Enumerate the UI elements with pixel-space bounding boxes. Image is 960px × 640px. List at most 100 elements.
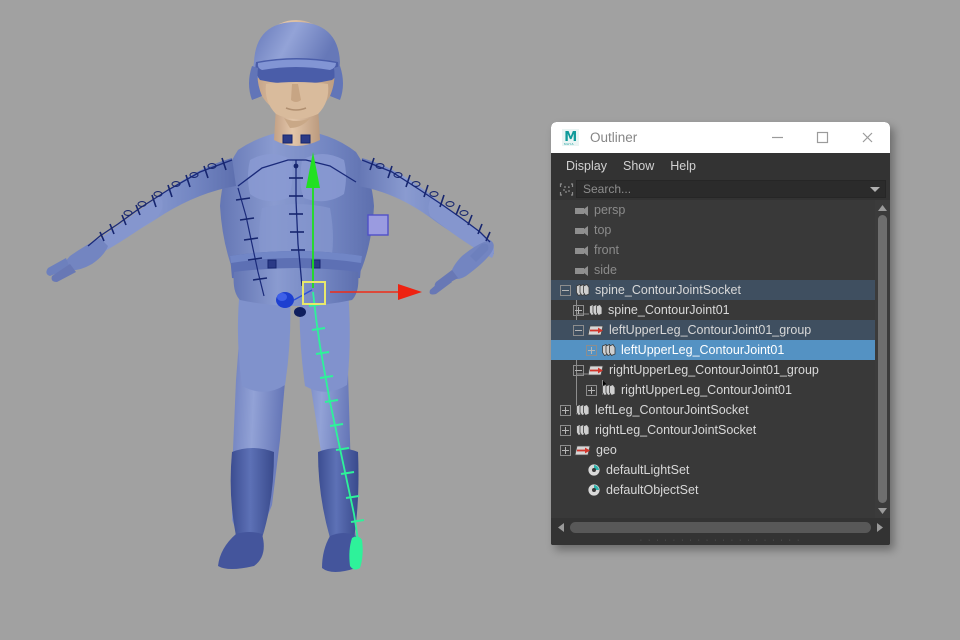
tree-row-label: defaultObjectSet <box>606 483 699 497</box>
screen: M MAYA Outliner Display Show Help Search… <box>0 0 960 640</box>
tree-row[interactable]: rightUpperLeg_ContourJoint01_group <box>551 360 875 380</box>
vertical-scrollbar[interactable] <box>875 200 890 518</box>
joint-icon <box>574 423 590 437</box>
resize-grip-dots: · · · · · · · · · · · · · · · · · · · · <box>639 537 802 544</box>
minimize-button[interactable] <box>755 122 800 153</box>
transform-icon <box>587 324 604 337</box>
expand-icon[interactable] <box>586 344 597 356</box>
tree-row[interactable]: geo <box>551 440 875 460</box>
expand-icon[interactable] <box>560 404 571 416</box>
tree-row-label: spine_ContourJointSocket <box>595 283 741 297</box>
camera-icon <box>574 204 589 217</box>
tree-row[interactable]: defaultObjectSet <box>551 480 875 500</box>
set-icon <box>587 463 601 477</box>
menu-display[interactable]: Display <box>558 156 615 176</box>
vertical-scroll-thumb[interactable] <box>878 215 887 503</box>
camera-icon <box>574 264 589 277</box>
tree-row-label: persp <box>594 203 626 217</box>
collapse-icon[interactable] <box>573 324 584 336</box>
expand-icon[interactable] <box>586 384 597 396</box>
tree-row-label: leftUpperLeg_ContourJoint01_group <box>609 323 812 337</box>
expand-icon[interactable] <box>560 424 571 436</box>
tree-row-label: rightLeg_ContourJointSocket <box>595 423 757 437</box>
menubar: Display Show Help <box>551 153 890 178</box>
tree-row[interactable]: top <box>551 220 875 240</box>
tree-row[interactable]: spine_ContourJointSocket <box>551 280 875 300</box>
tree-row[interactable]: front <box>551 240 875 260</box>
search-field[interactable] <box>576 180 886 198</box>
scroll-up-arrow[interactable] <box>877 202 888 213</box>
filter-icon[interactable] <box>556 180 576 198</box>
tree-row[interactable]: rightUpperLeg_ContourJoint01 <box>551 380 875 400</box>
menu-show[interactable]: Show <box>615 156 662 176</box>
maximize-button[interactable] <box>800 122 845 153</box>
outliner-tree[interactable]: persp top front side spine_ContourJointSocke… <box>551 200 875 518</box>
window-title: Outliner <box>590 130 638 145</box>
tree-row-label: rightUpperLeg_ContourJoint01_group <box>609 363 819 377</box>
horizontal-scrollbar[interactable] <box>551 518 890 537</box>
maya-logo-icon: M MAYA <box>562 129 579 146</box>
tree-row-label: front <box>594 243 620 257</box>
search-bar <box>551 178 890 200</box>
tree-row-label: side <box>594 263 617 277</box>
joint-icon <box>587 303 603 317</box>
tree-row[interactable]: leftUpperLeg_ContourJoint01_group <box>551 320 875 340</box>
set-icon <box>587 483 601 497</box>
tree-area: persp top front side spine_ContourJointSocke… <box>551 200 890 518</box>
tree-row[interactable]: persp <box>551 200 875 220</box>
joint-icon <box>574 283 590 297</box>
search-input[interactable] <box>583 182 865 196</box>
collapse-icon[interactable] <box>560 284 571 296</box>
tree-row-label: defaultLightSet <box>606 463 690 477</box>
tree-row-label: leftLeg_ContourJointSocket <box>595 403 749 417</box>
tree-row[interactable]: spine_ContourJoint01 <box>551 300 875 320</box>
tree-row[interactable]: defaultLightSet <box>551 460 875 480</box>
purple-handle <box>367 214 389 236</box>
chevron-down-icon[interactable] <box>865 183 885 195</box>
transform-icon <box>587 364 604 377</box>
joint-icon <box>600 343 616 357</box>
tree-row[interactable]: leftLeg_ContourJointSocket <box>551 400 875 420</box>
close-button[interactable] <box>845 122 890 153</box>
expand-icon[interactable] <box>560 444 571 456</box>
tree-row-label: top <box>594 223 612 237</box>
tree-row-label: spine_ContourJoint01 <box>608 303 730 317</box>
tree-row[interactable]: rightLeg_ContourJointSocket <box>551 420 875 440</box>
scroll-left-arrow[interactable] <box>555 522 567 533</box>
scroll-down-arrow[interactable] <box>877 505 888 516</box>
scroll-right-arrow[interactable] <box>874 522 886 533</box>
resize-grip[interactable]: · · · · · · · · · · · · · · · · · · · · <box>551 537 890 545</box>
tree-row[interactable]: side <box>551 260 875 280</box>
camera-icon <box>574 244 589 257</box>
tree-row-label: leftUpperLeg_ContourJoint01 <box>621 343 785 357</box>
camera-icon <box>574 224 589 237</box>
tree-row[interactable]: leftUpperLeg_ContourJoint01 <box>551 340 875 360</box>
transform-icon <box>574 444 591 457</box>
expand-icon[interactable] <box>573 304 584 316</box>
maya-logo-subtext: MAYA <box>564 142 575 146</box>
joint-icon <box>600 383 616 397</box>
window-controls <box>755 122 890 153</box>
tree-row-label: rightUpperLeg_ContourJoint01 <box>621 383 792 397</box>
collapse-icon[interactable] <box>573 364 584 376</box>
menu-help[interactable]: Help <box>662 156 704 176</box>
tree-row-label: geo <box>596 443 617 457</box>
horizontal-scroll-thumb[interactable] <box>570 522 871 533</box>
window-titlebar[interactable]: M MAYA Outliner <box>551 122 890 153</box>
joint-icon <box>574 403 590 417</box>
outliner-window[interactable]: M MAYA Outliner Display Show Help Search… <box>551 122 890 545</box>
